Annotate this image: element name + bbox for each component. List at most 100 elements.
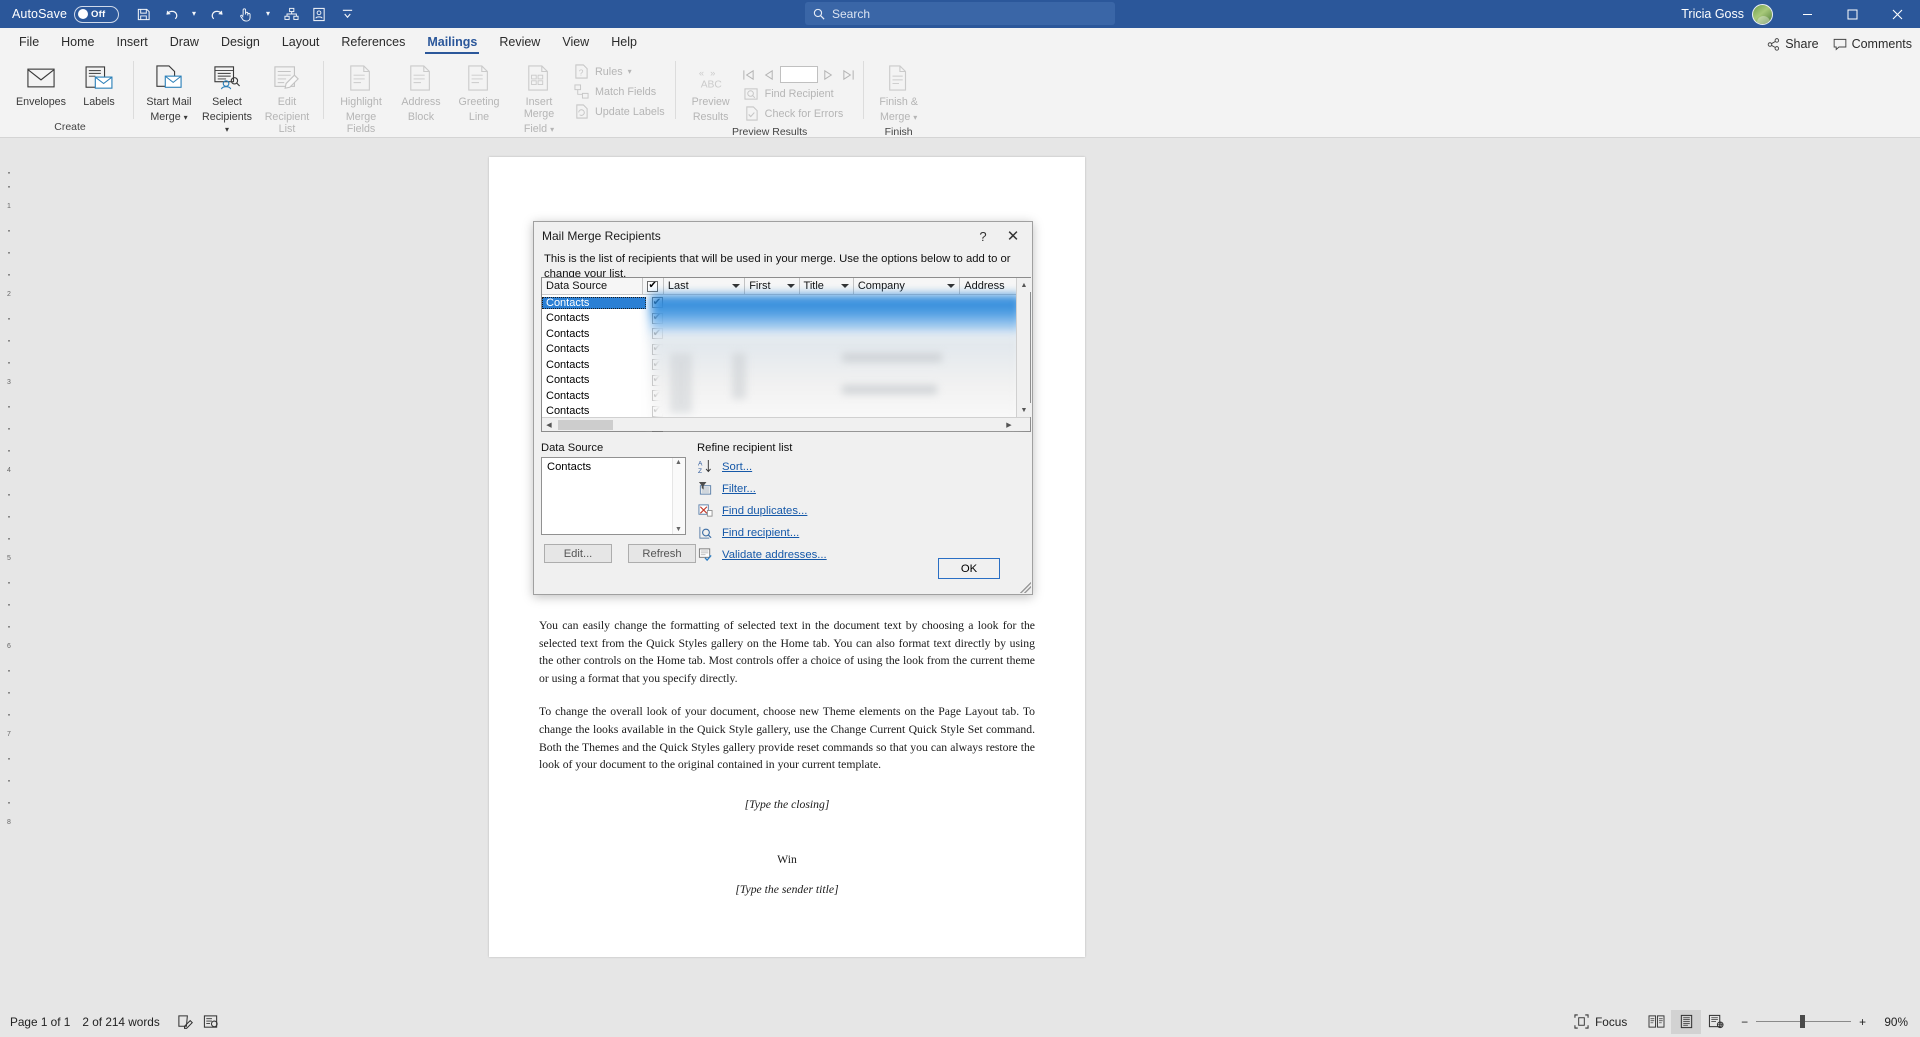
row-checkbox[interactable]: ✔ bbox=[651, 374, 663, 386]
select-all-checkbox[interactable]: ✔ bbox=[647, 280, 659, 292]
insert-merge-field-icon bbox=[526, 63, 552, 93]
recipients-grid[interactable]: Data Source ✔ Last First Title Company A… bbox=[541, 277, 1031, 433]
table-row[interactable]: Contacts ✔ bbox=[542, 342, 1030, 358]
column-header-title[interactable]: Title bbox=[799, 278, 854, 294]
filter-link[interactable]: Filter... bbox=[722, 483, 756, 495]
sort-link[interactable]: Sort... bbox=[722, 461, 752, 473]
close-icon[interactable]: ✕ bbox=[998, 224, 1028, 248]
table-row[interactable]: Contacts ✔ bbox=[542, 357, 1030, 373]
grid-vertical-scrollbar[interactable]: ▲ ▼ bbox=[1016, 278, 1031, 417]
row-checkbox[interactable]: ✔ bbox=[651, 312, 663, 324]
labels-button[interactable]: Labels bbox=[70, 60, 128, 111]
column-header-first[interactable]: First bbox=[745, 278, 800, 294]
zoom-out-button[interactable]: − bbox=[1741, 1015, 1748, 1029]
tab-layout[interactable]: Layout bbox=[271, 31, 331, 54]
sort-link-row[interactable]: AZ Sort... bbox=[697, 457, 1017, 476]
start-mail-merge-button[interactable]: Start Mail Merge ▾ bbox=[140, 60, 198, 126]
read-mode-view-button[interactable] bbox=[1641, 1010, 1671, 1034]
scroll-up-icon[interactable]: ▲ bbox=[1017, 278, 1031, 292]
tab-draw[interactable]: Draw bbox=[159, 31, 210, 54]
ok-button[interactable]: OK bbox=[938, 558, 1000, 579]
data-source-scrollbar[interactable]: ▲ ▼ bbox=[672, 458, 685, 534]
undo-icon[interactable] bbox=[157, 2, 185, 26]
column-header-select-all[interactable]: ✔ bbox=[642, 278, 664, 294]
table-row[interactable]: Contacts ✔ bbox=[542, 373, 1030, 389]
tab-view[interactable]: View bbox=[551, 31, 600, 54]
proofing-errors-icon[interactable] bbox=[172, 1014, 198, 1030]
minimize-button[interactable] bbox=[1785, 0, 1830, 28]
find-duplicates-link-row[interactable]: Find duplicates... bbox=[697, 501, 1017, 520]
data-source-list[interactable]: Contacts ▲ ▼ bbox=[541, 457, 686, 535]
tab-review[interactable]: Review bbox=[488, 31, 551, 54]
table-row[interactable]: Contacts ✔ bbox=[542, 326, 1030, 342]
find-recipient-link-row[interactable]: Find recipient... bbox=[697, 523, 1017, 542]
redo-icon[interactable] bbox=[203, 2, 231, 26]
zoom-slider[interactable] bbox=[1756, 1015, 1852, 1028]
hierarchy-icon[interactable] bbox=[277, 2, 305, 26]
touch-mode-dropdown-icon[interactable]: ▾ bbox=[259, 2, 277, 26]
scroll-up-icon[interactable]: ▲ bbox=[675, 459, 682, 466]
row-checkbox[interactable]: ✔ bbox=[651, 359, 663, 371]
contact-card-icon[interactable] bbox=[305, 2, 333, 26]
edit-button[interactable]: Edit... bbox=[544, 544, 612, 563]
grid-horizontal-scrollbar[interactable]: ◀ ▶ bbox=[542, 417, 1030, 431]
comments-button[interactable]: Comments bbox=[1833, 37, 1912, 51]
customize-qat-icon[interactable] bbox=[333, 2, 361, 26]
row-checkbox[interactable]: ✔ bbox=[651, 343, 663, 355]
column-header-last[interactable]: Last bbox=[663, 278, 746, 294]
validate-addresses-link[interactable]: Validate addresses... bbox=[722, 549, 827, 561]
zoom-in-button[interactable]: + bbox=[1859, 1015, 1866, 1029]
close-button[interactable] bbox=[1875, 0, 1920, 28]
share-button[interactable]: Share bbox=[1767, 37, 1819, 51]
dialog-title-bar[interactable]: Mail Merge Recipients ? ✕ bbox=[534, 222, 1032, 250]
column-header-data-source[interactable]: Data Source bbox=[542, 278, 643, 294]
avatar[interactable] bbox=[1752, 3, 1773, 25]
list-item[interactable]: Contacts bbox=[542, 458, 685, 476]
refresh-button[interactable]: Refresh bbox=[628, 544, 696, 563]
filter-link-row[interactable]: Filter... bbox=[697, 479, 1017, 498]
help-icon[interactable]: ? bbox=[968, 224, 998, 248]
find-recipient-link[interactable]: Find recipient... bbox=[722, 527, 799, 539]
find-duplicates-link[interactable]: Find duplicates... bbox=[722, 505, 807, 517]
accessibility-icon[interactable] bbox=[198, 1014, 224, 1030]
select-recipients-button[interactable]: Select Recipients ▾ bbox=[198, 60, 256, 138]
tab-help[interactable]: Help bbox=[600, 31, 648, 54]
row-checkbox[interactable]: ✔ bbox=[651, 405, 663, 417]
table-row[interactable]: Contacts ✔ bbox=[542, 311, 1030, 327]
zoom-slider-thumb[interactable] bbox=[1800, 1015, 1806, 1028]
row-checkbox[interactable]: ✔ bbox=[651, 390, 663, 402]
envelopes-button[interactable]: Envelopes bbox=[12, 60, 70, 111]
tab-file[interactable]: File bbox=[8, 31, 50, 54]
chevron-down-icon: ▾ bbox=[550, 125, 555, 134]
scroll-down-icon[interactable]: ▼ bbox=[675, 526, 682, 533]
page-info[interactable]: Page 1 of 1 bbox=[10, 1015, 82, 1029]
column-header-company[interactable]: Company bbox=[853, 278, 961, 294]
undo-dropdown-icon[interactable]: ▾ bbox=[185, 2, 203, 26]
focus-button[interactable]: Focus bbox=[1574, 1014, 1641, 1029]
table-row[interactable]: Contacts ✔ bbox=[542, 295, 1030, 311]
touch-mode-icon[interactable] bbox=[231, 2, 259, 26]
tab-references[interactable]: References bbox=[330, 31, 416, 54]
search-box[interactable]: Search bbox=[805, 2, 1115, 25]
scroll-left-icon[interactable]: ◀ bbox=[542, 418, 556, 432]
scroll-down-icon[interactable]: ▼ bbox=[1017, 403, 1031, 417]
print-layout-view-button[interactable] bbox=[1671, 1009, 1702, 1034]
tab-home[interactable]: Home bbox=[50, 31, 105, 54]
row-checkbox[interactable]: ✔ bbox=[651, 328, 663, 340]
save-icon[interactable] bbox=[129, 2, 157, 26]
web-layout-view-button[interactable] bbox=[1701, 1010, 1731, 1034]
zoom-value[interactable]: 90% bbox=[1874, 1015, 1908, 1029]
scroll-right-icon[interactable]: ▶ bbox=[1002, 418, 1016, 432]
row-checkbox[interactable]: ✔ bbox=[651, 297, 663, 309]
autosave-toggle[interactable]: Off bbox=[74, 5, 120, 23]
tab-insert[interactable]: Insert bbox=[106, 31, 159, 54]
tab-design[interactable]: Design bbox=[210, 31, 271, 54]
dialog-resize-grip[interactable] bbox=[1020, 582, 1031, 593]
vertical-ruler[interactable]: 1 2 3 4 5 6 7 8 bbox=[3, 146, 15, 836]
table-row[interactable]: Contacts ✔ bbox=[542, 388, 1030, 404]
h-scroll-thumb[interactable] bbox=[558, 419, 613, 430]
tab-mailings[interactable]: Mailings bbox=[416, 31, 488, 54]
restore-button[interactable] bbox=[1830, 0, 1875, 28]
word-count[interactable]: 2 of 214 words bbox=[82, 1015, 171, 1029]
document-text[interactable]: You can easily change the formatting of … bbox=[539, 617, 1035, 899]
